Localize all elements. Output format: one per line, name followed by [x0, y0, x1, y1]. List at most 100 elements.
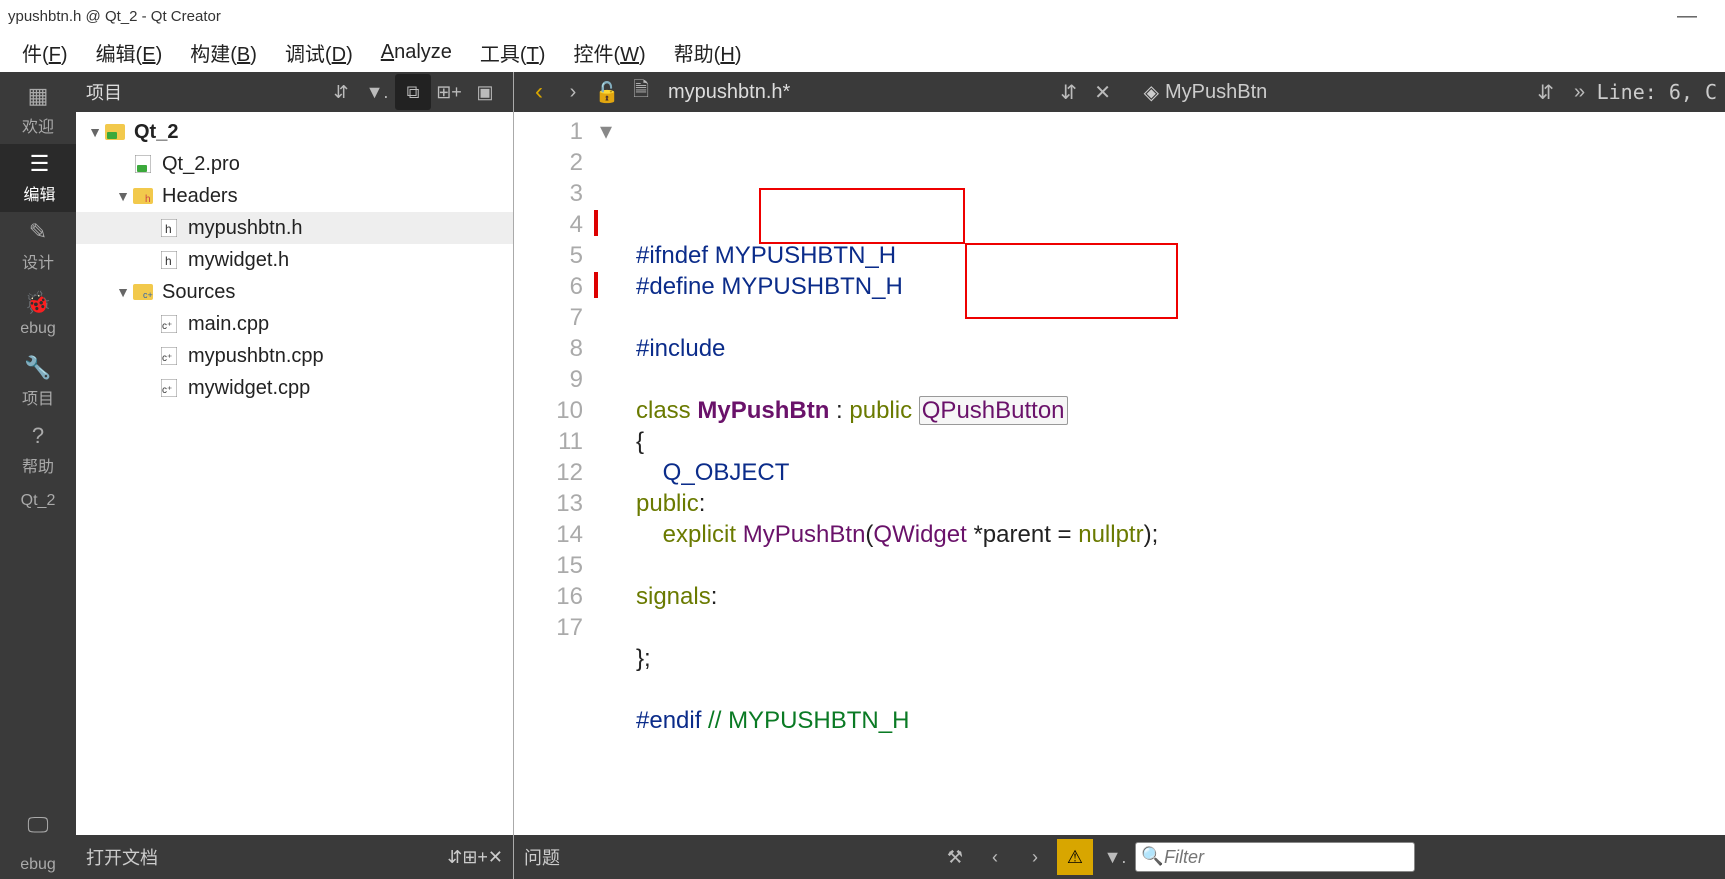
updown4-icon[interactable]: ⇵ [1531, 77, 1561, 107]
mode-welcome[interactable]: ▦ 欢迎 [0, 76, 76, 144]
menu-tools[interactable]: 工具(T) [466, 38, 560, 67]
code-lines[interactable]: #ifndef MYPUSHBTN_H#define MYPUSHBTN_H #… [618, 112, 1725, 835]
twisty-icon[interactable]: ▼ [114, 188, 132, 204]
twisty-icon[interactable]: ▼ [114, 284, 132, 300]
editor-header: ‹ › 🔓 🗎 mypushbtn.h* ⇵ ✕ ◈ MyPushBtn ⇵ »… [514, 72, 1725, 112]
tree-item[interactable]: ▼ Qt_2 [76, 116, 513, 148]
svg-text:h: h [165, 222, 172, 236]
mode-bar: ▦ 欢迎 ☰ 编辑 ✎ 设计 🐞 ebug 🔧 项目 ? 帮助 Qt_2 🖵 [0, 72, 76, 879]
highlight-box-1 [759, 188, 965, 244]
twisty-icon[interactable]: ▼ [86, 124, 104, 140]
cfile-icon: c⁺ [158, 313, 180, 335]
class-icon: ◈ [1144, 80, 1159, 105]
file-icon: 🗎 [626, 77, 656, 107]
screen-icon: 🖵 [25, 812, 51, 838]
tree-label: mypushbtn.cpp [188, 345, 324, 368]
cfile-icon: c⁺ [158, 345, 180, 367]
updown-icon[interactable]: ⇵ [323, 74, 359, 110]
sidebar-header: 项目 ⇵ ▼. ⧉ ⊞+ ▣ [76, 72, 513, 112]
mode-help[interactable]: ? 帮助 [0, 416, 76, 484]
svg-text:c⁺: c⁺ [162, 321, 172, 332]
svg-text:c⁺: c⁺ [162, 385, 172, 396]
svg-text:h: h [145, 194, 151, 204]
svg-text:c⁺: c⁺ [162, 353, 172, 364]
svg-text:h: h [165, 254, 172, 268]
svg-text:c++: c++ [143, 290, 153, 300]
project-tree[interactable]: ▼Qt_2Qt_2.pro▼hHeadershmypushbtn.hhmywid… [76, 112, 513, 835]
link-icon[interactable]: ⧉ [395, 74, 431, 110]
mode-design[interactable]: ✎ 设计 [0, 212, 76, 280]
window-title: ypushbtn.h @ Qt_2 - Qt Creator [8, 8, 221, 25]
editor: ‹ › 🔓 🗎 mypushbtn.h* ⇵ ✕ ◈ MyPushBtn ⇵ »… [514, 72, 1725, 879]
debug-tab[interactable]: ebug [0, 851, 76, 879]
close-panel-icon[interactable]: ✕ [488, 847, 503, 868]
tree-item[interactable]: Qt_2.pro [76, 148, 513, 180]
lock-icon[interactable]: 🔓 [592, 77, 622, 107]
grid-icon: ▦ [25, 83, 51, 109]
split-add-icon[interactable]: ⊞+ [431, 74, 467, 110]
issues-bar: 问题 ⚒ ‹ › ⚠ ▼. 🔍 [514, 835, 1725, 879]
cfile-icon: c⁺ [158, 377, 180, 399]
tree-item[interactable]: h mywidget.h [76, 244, 513, 276]
open-docs-label[interactable]: 打开文档 [86, 844, 158, 870]
back-icon[interactable]: ‹ [524, 77, 554, 107]
tree-label: mywidget.cpp [188, 377, 310, 400]
search-icon: 🔍 [1141, 846, 1163, 867]
menubar: 件(F) 编辑(E) 构建(B) 调试(D) Analyze 工具(T) 控件(… [0, 32, 1725, 72]
prev-issue-icon[interactable]: ‹ [977, 839, 1013, 875]
tree-item[interactable]: hmypushbtn.h [76, 212, 513, 244]
sidebar-footer: 打开文档 ⇵ ⊞+ ✕ [76, 835, 513, 879]
tree-item[interactable]: c⁺ mypushbtn.cpp [76, 340, 513, 372]
filter2-icon[interactable]: ▼. [1097, 839, 1133, 875]
build-icon[interactable]: ⚒ [937, 839, 973, 875]
updown3-icon[interactable]: ⇵ [1054, 77, 1084, 107]
tree-label: Qt_2.pro [162, 153, 240, 176]
warning-icon[interactable]: ⚠ [1057, 839, 1093, 875]
expand-icon[interactable]: » [1565, 77, 1595, 107]
sidebar: 项目 ⇵ ▼. ⧉ ⊞+ ▣ ▼Qt_2Qt_2.pro▼hHeadershmy… [76, 72, 514, 879]
menu-help[interactable]: 帮助(H) [660, 38, 756, 67]
hfile-icon: h [158, 249, 180, 271]
symbol-selector[interactable]: ◈ MyPushBtn [1144, 80, 1268, 105]
forward-icon[interactable]: › [558, 77, 588, 107]
filter-icon[interactable]: ▼. [359, 74, 395, 110]
editor-filename[interactable]: mypushbtn.h* [668, 81, 790, 104]
titlebar: ypushbtn.h @ Qt_2 - Qt Creator — [0, 0, 1725, 32]
mode-edit[interactable]: ☰ 编辑 [0, 144, 76, 212]
folder-c-icon: c++ [132, 281, 154, 303]
monitor-icon[interactable]: 🖵 [0, 803, 76, 851]
mode-debug[interactable]: 🐞 ebug [0, 280, 76, 348]
menu-debug[interactable]: 调试(D) [271, 38, 367, 67]
project-context[interactable]: Qt_2 [0, 484, 76, 518]
pencil-icon: ✎ [25, 219, 51, 245]
cursor-position: Line: 6, C [1597, 80, 1717, 104]
mode-projects[interactable]: 🔧 项目 [0, 348, 76, 416]
folder-h-icon: h [132, 185, 154, 207]
menu-analyze[interactable]: Analyze [367, 41, 466, 64]
tree-label: mywidget.h [188, 249, 289, 272]
tree-item[interactable]: c⁺main.cpp [76, 308, 513, 340]
menu-controls[interactable]: 控件(W) [559, 38, 659, 67]
fold-column[interactable]: ▾ [600, 112, 618, 835]
close-tab-icon[interactable]: ✕ [1088, 77, 1118, 107]
wrench-icon: 🔧 [25, 355, 51, 381]
code-editor[interactable]: 1234567891011121314151617 ▾ #ifndef MYPU… [514, 112, 1725, 835]
filter-input[interactable] [1135, 842, 1415, 872]
minimize-button[interactable]: — [1677, 5, 1717, 28]
lines-icon: ☰ [27, 151, 53, 177]
panel-icon[interactable]: ▣ [467, 74, 503, 110]
issues-title[interactable]: 问题 [524, 844, 560, 870]
tree-item[interactable]: c⁺ mywidget.cpp [76, 372, 513, 404]
next-issue-icon[interactable]: › [1017, 839, 1053, 875]
split-add2-icon[interactable]: ⊞+ [462, 847, 488, 868]
question-icon: ? [25, 423, 51, 449]
hfile-icon: h [158, 217, 180, 239]
updown2-icon[interactable]: ⇵ [447, 847, 462, 868]
menu-edit[interactable]: 编辑(E) [82, 38, 177, 67]
line-numbers: 1234567891011121314151617 [514, 112, 594, 835]
menu-file[interactable]: 件(F) [8, 38, 82, 67]
menu-build[interactable]: 构建(B) [176, 38, 271, 67]
tree-item[interactable]: ▼hHeaders [76, 180, 513, 212]
tree-item[interactable]: ▼c++Sources [76, 276, 513, 308]
tree-label: Qt_2 [134, 121, 178, 144]
